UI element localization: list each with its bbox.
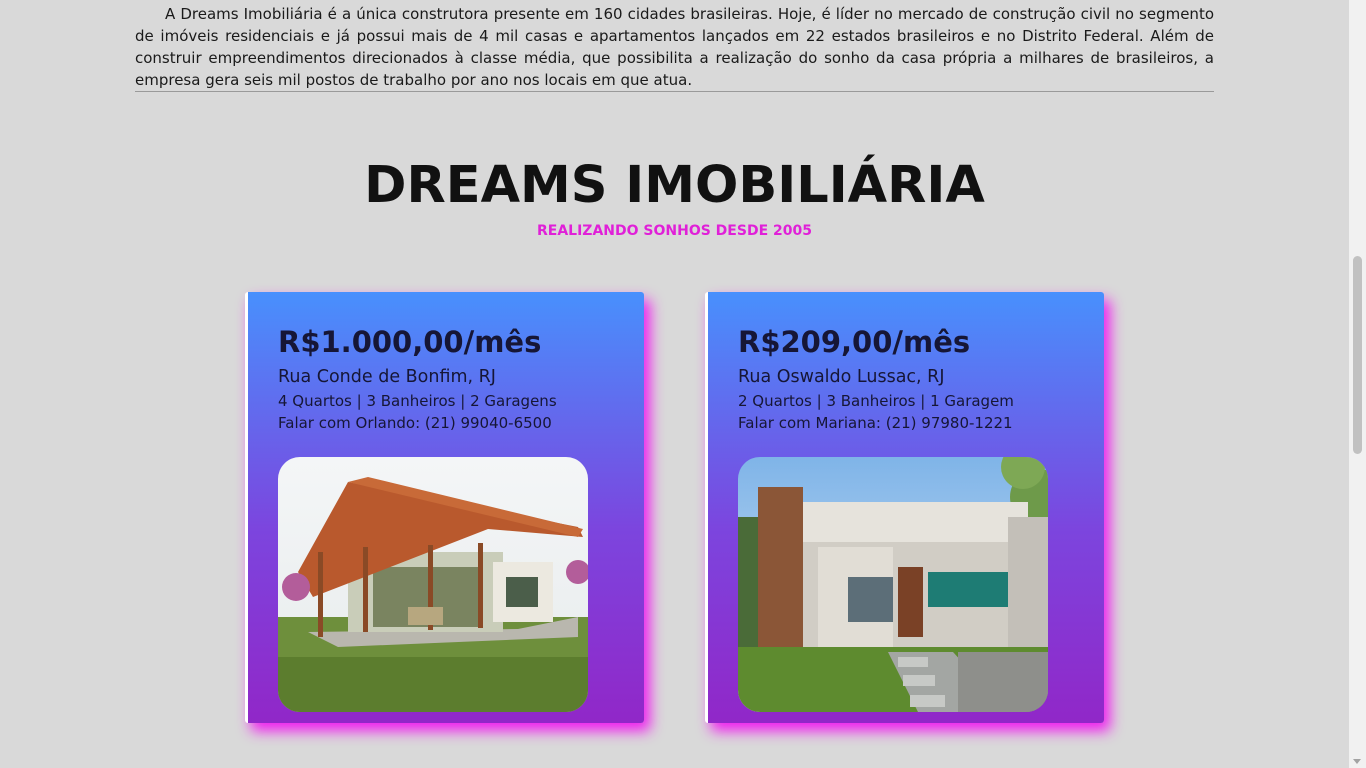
listing-price: R$209,00/mês [738,325,971,359]
listing-features: 2 Quartos | 3 Banheiros | 1 Garagem [738,392,1014,410]
house-photo [738,457,1048,712]
page-title: DREAMS IMOBILIÁRIA [364,156,985,215]
about-section: A Dreams Imobiliária é a única construto… [135,0,1214,91]
divider [135,91,1214,92]
house-photo-image [278,457,588,712]
listing-card[interactable]: R$209,00/mês Rua Oswaldo Lussac, RJ 2 Qu… [705,292,1104,723]
house-photo [278,457,588,712]
vertical-scrollbar[interactable] [1349,0,1366,768]
listing-contact: Falar com Mariana: (21) 97980-1221 [738,414,1013,432]
intro-paragraph: A Dreams Imobiliária é a única construto… [135,5,1214,89]
scroll-down-arrow-icon[interactable] [1353,759,1361,764]
listing-address: Rua Oswaldo Lussac, RJ [738,367,945,387]
listing-contact: Falar com Orlando: (21) 99040-6500 [278,414,552,432]
page-subtitle: REALIZANDO SONHOS DESDE 2005 [537,223,812,239]
scrollbar-thumb[interactable] [1353,256,1362,454]
listing-address: Rua Conde de Bonfim, RJ [278,367,496,387]
listing-card[interactable]: R$1.000,00/mês Rua Conde de Bonfim, RJ 4… [245,292,644,723]
house-photo-image [738,457,1048,712]
listing-price: R$1.000,00/mês [278,325,542,359]
listing-features: 4 Quartos | 3 Banheiros | 2 Garagens [278,392,557,410]
